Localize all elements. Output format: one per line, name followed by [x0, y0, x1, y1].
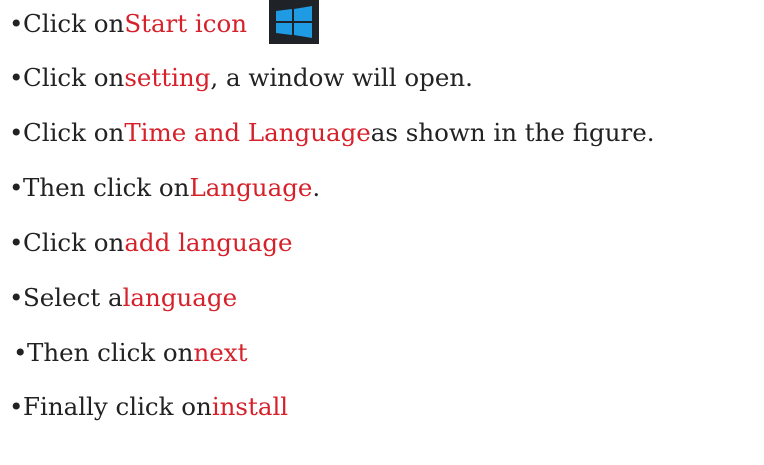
- step-suffix: .: [312, 173, 321, 202]
- bullet: •: [9, 118, 24, 147]
- step-add-language: • Click on add language: [9, 221, 293, 265]
- bullet: •: [13, 338, 28, 367]
- step-next: • Then click on next: [9, 331, 247, 375]
- bullet: •: [9, 173, 24, 202]
- highlight-next: next: [193, 338, 248, 367]
- step-suffix: as shown in the figure.: [370, 118, 655, 147]
- step-text: Then click on: [27, 338, 194, 367]
- highlight-start-icon: Start icon: [124, 9, 247, 38]
- step-text: Click on: [23, 228, 125, 257]
- step-suffix: , a window will open.: [210, 63, 473, 92]
- step-install: • Finally click on install: [9, 385, 288, 429]
- step-language: • Then click on Language.: [9, 166, 320, 210]
- step-setting: • Click on setting, a window will open.: [9, 56, 473, 100]
- step-text: Finally click on: [23, 392, 212, 421]
- step-text: Select a: [23, 283, 123, 312]
- highlight-time-and-language: Time and Language: [124, 118, 371, 147]
- windows-logo-icon: [268, 0, 319, 44]
- bullet: •: [9, 228, 24, 257]
- step-text: Click on: [23, 118, 125, 147]
- step-select-language: • Select a language: [9, 276, 237, 320]
- highlight-language: Language: [189, 173, 313, 202]
- bullet: •: [9, 283, 24, 312]
- highlight-add-language: add language: [124, 228, 293, 257]
- highlight-setting: setting: [124, 63, 211, 92]
- highlight-select-language: language: [122, 283, 238, 312]
- step-start-icon: • Click on Start icon: [9, 0, 319, 46]
- bullet: •: [9, 9, 24, 38]
- step-time-and-language: • Click on Time and Language as shown in …: [9, 111, 655, 155]
- bullet: •: [9, 392, 24, 421]
- bullet: •: [9, 63, 24, 92]
- highlight-install: install: [211, 392, 289, 421]
- step-text: Click on: [23, 63, 125, 92]
- step-text: Then click on: [23, 173, 190, 202]
- step-text: Click on: [23, 9, 125, 38]
